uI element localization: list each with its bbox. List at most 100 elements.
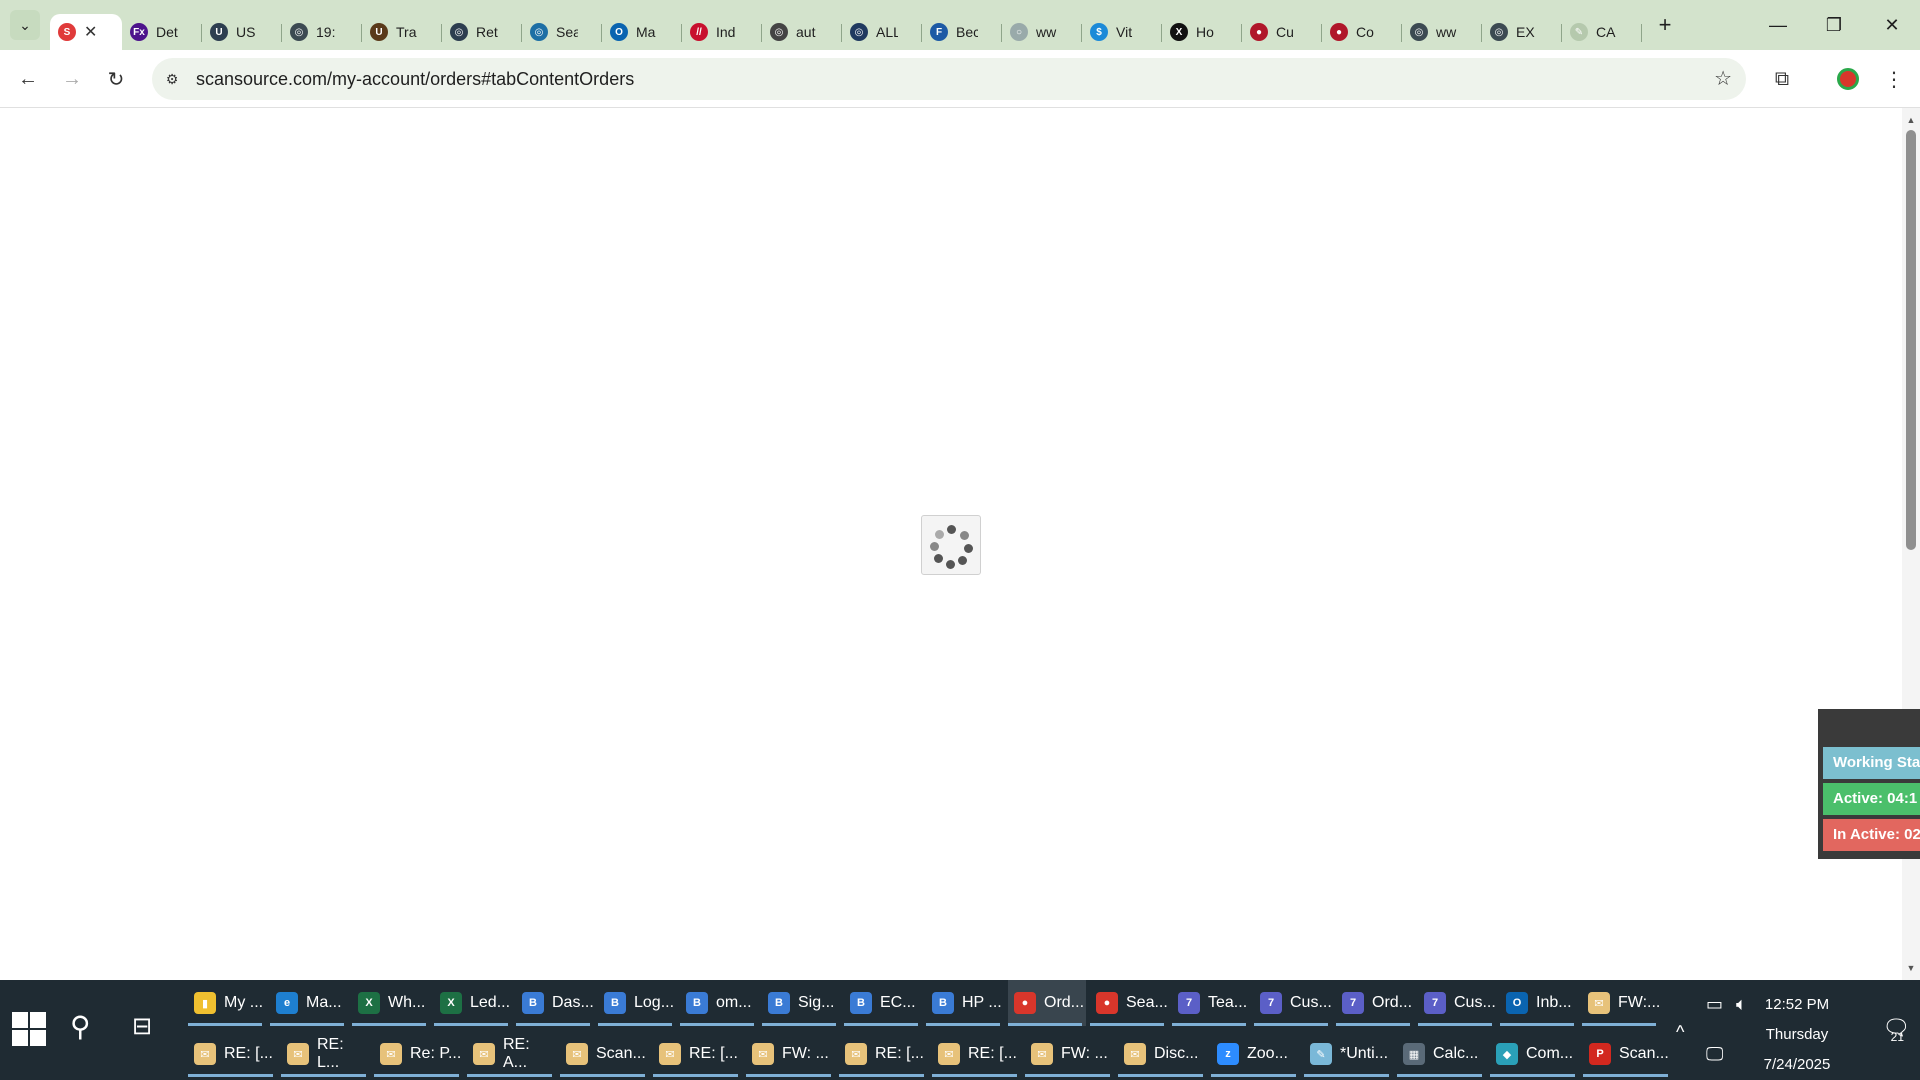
browser-tab[interactable]: ◎ Ret [442, 14, 522, 50]
browser-tab[interactable]: ◎ 19: [282, 14, 362, 50]
taskbar-app[interactable]: X Wh... [352, 980, 430, 1026]
taskbar-app[interactable]: 7 Cus... [1254, 980, 1332, 1026]
browser-tab[interactable]: F Bec [922, 14, 1002, 50]
profile-button[interactable] [1832, 63, 1864, 95]
reload-button[interactable]: ↻ [100, 63, 132, 95]
browser-tab[interactable]: U Tra [362, 14, 442, 50]
taskbar-app[interactable]: ✉ Re: P... [374, 1031, 463, 1077]
search-button[interactable]: ⚲ [70, 1010, 91, 1043]
taskbar-app[interactable]: B EC... [844, 980, 922, 1026]
scroll-up-icon[interactable]: ▲ [1902, 112, 1920, 128]
browser-tab[interactable]: ◎ ALL [842, 14, 922, 50]
new-tab-button[interactable]: + [1650, 10, 1680, 40]
taskbar-app-label: My ... [224, 994, 264, 1011]
teams-icon: 7 [1342, 992, 1364, 1014]
globe-icon: ◎ [1490, 23, 1508, 41]
running-indicator [270, 1023, 344, 1026]
browser-tab[interactable]: Fx Det [122, 14, 202, 50]
network-icon[interactable]: 🖵︎ [1706, 1044, 1723, 1065]
taskbar-app[interactable]: ✉ FW:... [1582, 980, 1660, 1026]
browser-tab[interactable]: ● Cu [1242, 14, 1322, 50]
taskbar-app[interactable]: ✉ Disc... [1118, 1031, 1207, 1077]
chevron-down-icon: ⌄ [19, 16, 31, 33]
taskbar-app[interactable]: ▮ My ... [188, 980, 266, 1026]
site-info-icon[interactable]: ⚙ [160, 67, 184, 91]
restore-button[interactable]: ❐ [1806, 0, 1862, 50]
taskbar-app[interactable]: ✉ RE: [... [653, 1031, 742, 1077]
browser-tab[interactable]: ○ ww [1002, 14, 1082, 50]
taskbar-app[interactable]: ● Sea... [1090, 980, 1168, 1026]
browser-tab[interactable]: ● Co [1322, 14, 1402, 50]
browser-tab[interactable]: ✎ CA [1562, 14, 1642, 50]
browser-tab[interactable]: ◎ aut [762, 14, 842, 50]
taskbar-app[interactable]: B Log... [598, 980, 676, 1026]
notepad-icon: ✎ [1310, 1043, 1332, 1065]
tab-label: Ret [476, 24, 498, 40]
red-circle-icon: ● [1250, 23, 1268, 41]
running-indicator [560, 1074, 645, 1077]
forward-button[interactable]: → [56, 63, 88, 95]
taskbar-app[interactable]: P Scan... [1583, 1031, 1672, 1077]
feather-icon: ✎ [1570, 23, 1588, 41]
browser-tab[interactable]: ◎ Sea [522, 14, 602, 50]
taskbar-app[interactable]: 7 Tea... [1172, 980, 1250, 1026]
scroll-down-icon[interactable]: ▼ [1902, 960, 1920, 976]
close-icon: ✕ [1884, 14, 1900, 35]
back-button[interactable]: ← [12, 63, 44, 95]
taskbar-app[interactable]: B HP ... [926, 980, 1004, 1026]
taskbar-app[interactable]: e Ma... [270, 980, 348, 1026]
menu-button[interactable]: ⋮ [1878, 63, 1910, 95]
tab-search-button[interactable]: ⌄ [10, 10, 40, 40]
browser-tab[interactable]: ◎ ww [1402, 14, 1482, 50]
running-indicator [598, 1023, 672, 1026]
browser-tab[interactable]: $ Vit [1082, 14, 1162, 50]
start-button[interactable] [12, 1012, 48, 1048]
minimize-button[interactable]: — [1750, 0, 1806, 50]
usps-icon: U [210, 23, 228, 41]
browser-tab[interactable]: X Ho [1162, 14, 1242, 50]
extensions-button[interactable]: ⧉ [1766, 63, 1798, 95]
taskbar-app-label: Cus... [1454, 994, 1496, 1011]
taskbar-app[interactable]: ✉ RE: [... [932, 1031, 1021, 1077]
taskbar-app[interactable]: ✉ RE: A... [467, 1031, 556, 1077]
taskbar-app[interactable]: 7 Cus... [1418, 980, 1496, 1026]
windows-taskbar: ⚲ ⊟ ▮ My ... e Ma... X Wh... X Led... B Das... B Lo… [0, 980, 1920, 1080]
taskbar-app[interactable]: O Inb... [1500, 980, 1578, 1026]
close-tab-icon[interactable]: ✕ [84, 22, 97, 42]
scroll-thumb[interactable] [1906, 130, 1916, 550]
taskbar-app-label: RE: [... [689, 1045, 738, 1062]
taskbar-app[interactable]: B Das... [516, 980, 594, 1026]
taskbar-app[interactable]: ✉ FW: ... [746, 1031, 835, 1077]
running-indicator [434, 1023, 508, 1026]
taskbar-app[interactable]: ✉ FW: ... [1025, 1031, 1114, 1077]
address-bar[interactable]: ⚙ scansource.com/my-account/orders#tabCo… [152, 58, 1746, 100]
battery-icon[interactable]: ▭ [1706, 994, 1723, 1015]
taskbar-app[interactable]: ● Ord... [1008, 980, 1086, 1026]
taskbar-app[interactable]: Bom... [680, 980, 758, 1026]
task-view-button[interactable]: ⊟ [132, 1012, 152, 1041]
browser-tab[interactable]: U US [202, 14, 282, 50]
taskbar-app[interactable]: z Zoo... [1211, 1031, 1300, 1077]
running-indicator [926, 1023, 1000, 1026]
taskbar-app[interactable]: ◆ Com... [1490, 1031, 1579, 1077]
taskbar-app[interactable]: ✎ *Unti... [1304, 1031, 1393, 1077]
show-hidden-icons-button[interactable]: ^ [1676, 1022, 1684, 1043]
taskbar-app[interactable]: B Sig... [762, 980, 840, 1026]
taskbar-app[interactable]: ✉ RE: L... [281, 1031, 370, 1077]
taskbar-app[interactable]: ✉ Scan... [560, 1031, 649, 1077]
browser-tab[interactable]: O Ma [602, 14, 682, 50]
taskbar-app[interactable]: ✉ RE: [... [839, 1031, 928, 1077]
taskbar-app[interactable]: 7 Ord... [1336, 980, 1414, 1026]
tab-label: ww [1036, 24, 1057, 40]
bookmark-star-icon[interactable]: ☆ [1714, 66, 1732, 91]
taskbar-app-label: Tea... [1208, 994, 1248, 1011]
taskbar-app[interactable]: ▦ Calc... [1397, 1031, 1486, 1077]
browser-tab[interactable]: ◎ EX [1482, 14, 1562, 50]
browser-tab[interactable]: S ✕ [50, 14, 122, 50]
taskbar-app[interactable]: ✉ RE: [... [188, 1031, 277, 1077]
browser-tab[interactable]: // Ind [682, 14, 762, 50]
url-text[interactable]: scansource.com/my-account/orders#tabCont… [196, 69, 634, 90]
system-clock[interactable]: 12:52 PM Thursday 7/24/2025 [1742, 990, 1852, 1080]
taskbar-app[interactable]: X Led... [434, 980, 512, 1026]
close-window-button[interactable]: ✕ [1864, 0, 1920, 50]
